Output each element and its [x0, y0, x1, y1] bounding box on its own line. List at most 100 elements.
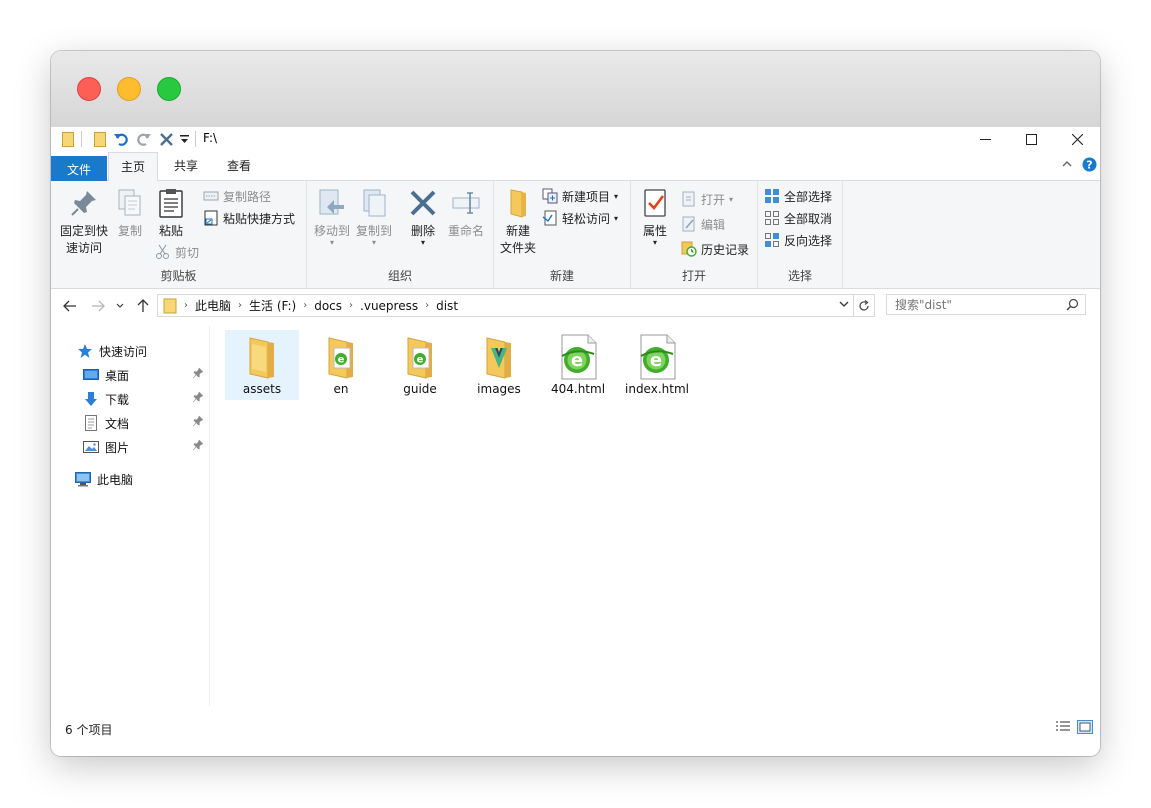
close-button[interactable] — [1054, 127, 1100, 151]
customize-toolbar-icon[interactable] — [179, 131, 189, 147]
folder-with-vue-icon — [486, 337, 511, 379]
back-button[interactable] — [61, 297, 79, 315]
svg-text:e: e — [650, 350, 662, 371]
new-group-label: 新建 — [549, 269, 574, 283]
organize-group-label: 组织 — [387, 269, 412, 283]
rename-icon — [452, 192, 480, 214]
edit-icon — [682, 216, 695, 232]
properties-folder-icon[interactable] — [93, 131, 107, 147]
details-view-icon[interactable] — [1055, 720, 1071, 734]
cut-button[interactable]: 剪切 — [155, 242, 199, 262]
open-button[interactable]: 打开 ▾ — [681, 189, 733, 209]
delete-icon[interactable] — [159, 131, 173, 147]
copy-to-icon — [363, 189, 386, 217]
pin-icon[interactable] — [192, 439, 204, 453]
address-dropdown-icon[interactable] — [839, 298, 849, 311]
pin-quick-access-button[interactable]: 固定到快 速访问 — [55, 187, 113, 257]
zoom-traffic-light[interactable] — [157, 77, 181, 101]
new-group: 新建 文件夹 新建项目 ▾ 轻松访问 ▾ 新建 — [494, 181, 631, 288]
explorer-window: F:\ 文件 主页 共享 查看 ? 固定到快 速访问 复制 粘贴 复制路径 粘贴… — [51, 51, 1100, 756]
minimize-button[interactable] — [962, 127, 1008, 151]
new-folder-icon — [510, 189, 526, 218]
status-bar: 6 个项目 — [51, 706, 1100, 756]
ribbon-tabs: 文件 主页 共享 查看 ? — [51, 152, 1100, 226]
breadcrumb-this-pc[interactable]: 此电脑 — [191, 297, 235, 314]
undo-icon[interactable] — [113, 131, 129, 147]
large-icons-view-icon[interactable] — [1077, 720, 1093, 734]
organize-group: 移动到 ▾ 复制到 ▾ 删除 ▾ 重命名 组织 — [307, 181, 494, 288]
new-folder-button[interactable]: 新建 文件夹 — [498, 187, 538, 257]
copy-button[interactable]: 复制 — [114, 187, 146, 240]
search-box[interactable]: 搜索"dist" — [886, 294, 1086, 315]
paste-shortcut-icon — [204, 210, 218, 226]
open-icon — [682, 191, 695, 207]
html-file-icon: e — [561, 334, 597, 380]
select-none-button[interactable]: 全部取消 — [764, 208, 832, 228]
breadcrumb-drive[interactable]: 生活 (F:) — [245, 297, 300, 314]
chevron-down-icon — [116, 303, 124, 308]
item-count: 6 个项目 — [65, 723, 113, 737]
up-button[interactable] — [135, 297, 151, 315]
history-button[interactable]: 历史记录 — [681, 239, 749, 259]
paste-button[interactable]: 粘贴 — [153, 187, 189, 240]
minimize-traffic-light[interactable] — [117, 77, 141, 101]
tab-view[interactable]: 查看 — [215, 152, 263, 180]
redo-icon[interactable] — [136, 131, 152, 147]
pin-icon[interactable] — [192, 367, 204, 381]
desktop-icon — [83, 369, 99, 380]
tab-share[interactable]: 共享 — [162, 152, 210, 180]
delete-button[interactable]: 删除 ▾ — [405, 187, 441, 247]
edit-button[interactable]: 编辑 — [681, 214, 725, 234]
file-item-assets[interactable]: assets — [225, 330, 299, 400]
document-icon — [85, 415, 97, 431]
file-item-en[interactable]: e en — [304, 330, 378, 400]
breadcrumb-dist[interactable]: dist — [432, 299, 462, 313]
file-item-guide[interactable]: e guide — [383, 330, 457, 400]
address-bar[interactable]: › 此电脑 › 生活 (F:) › docs › .vuepress › dis… — [157, 294, 854, 317]
nav-downloads[interactable]: 下载 — [83, 388, 129, 410]
nav-quick-access[interactable]: 快速访问 — [77, 340, 147, 362]
star-icon — [78, 344, 92, 358]
open-group: 属性 ▾ 打开 ▾ 编辑 历史记录 打开 — [631, 181, 758, 288]
forward-button[interactable] — [89, 297, 107, 315]
search-placeholder: 搜索"dist" — [895, 298, 952, 312]
nav-desktop[interactable]: 桌面 — [83, 364, 129, 386]
refresh-button[interactable] — [853, 294, 875, 317]
close-traffic-light[interactable] — [77, 77, 101, 101]
file-item-404-html[interactable]: e 404.html — [541, 330, 615, 400]
file-item-images[interactable]: images — [462, 330, 536, 400]
select-all-button[interactable]: 全部选择 — [764, 186, 832, 206]
invert-selection-button[interactable]: 反向选择 — [764, 230, 832, 250]
breadcrumb-docs[interactable]: docs — [310, 299, 346, 313]
folder-icon — [249, 337, 274, 379]
rename-button[interactable]: 重命名 — [445, 187, 487, 240]
window-title: F:\ — [203, 131, 218, 145]
breadcrumb-vuepress[interactable]: .vuepress — [356, 299, 422, 313]
tab-home[interactable]: 主页 — [108, 152, 158, 181]
move-to-button[interactable]: 移动到 ▾ — [311, 187, 353, 247]
paste-shortcut-button[interactable]: 粘贴快捷方式 — [203, 208, 295, 228]
search-icon[interactable] — [1066, 298, 1079, 314]
nav-this-pc[interactable]: 此电脑 — [75, 468, 133, 490]
properties-button[interactable]: 属性 ▾ — [637, 187, 673, 247]
file-item-index-html[interactable]: e index.html — [620, 330, 694, 400]
copy-path-button[interactable]: 复制路径 — [203, 186, 271, 206]
pin-icon[interactable] — [192, 415, 204, 429]
address-row: › 此电脑 › 生活 (F:) › docs › .vuepress › dis… — [51, 289, 1100, 325]
pin-icon — [71, 191, 96, 216]
easy-access-button[interactable]: 轻松访问 ▾ — [542, 208, 618, 228]
folder-with-ie-icon: e — [328, 337, 353, 379]
select-none-icon — [765, 211, 779, 225]
svg-text:e: e — [571, 350, 583, 371]
new-item-button[interactable]: 新建项目 ▾ — [542, 186, 618, 206]
nav-documents[interactable]: 文档 — [83, 412, 129, 434]
nav-pictures[interactable]: 图片 — [83, 436, 129, 458]
properties-icon — [644, 189, 666, 217]
copy-to-button[interactable]: 复制到 ▾ — [353, 187, 395, 247]
maximize-button[interactable] — [1008, 127, 1054, 151]
collapse-ribbon-icon[interactable] — [1061, 158, 1073, 173]
help-icon[interactable]: ? — [1082, 157, 1097, 175]
recent-locations-button[interactable] — [115, 297, 125, 315]
pin-icon[interactable] — [192, 391, 204, 405]
close-icon — [1071, 133, 1083, 145]
